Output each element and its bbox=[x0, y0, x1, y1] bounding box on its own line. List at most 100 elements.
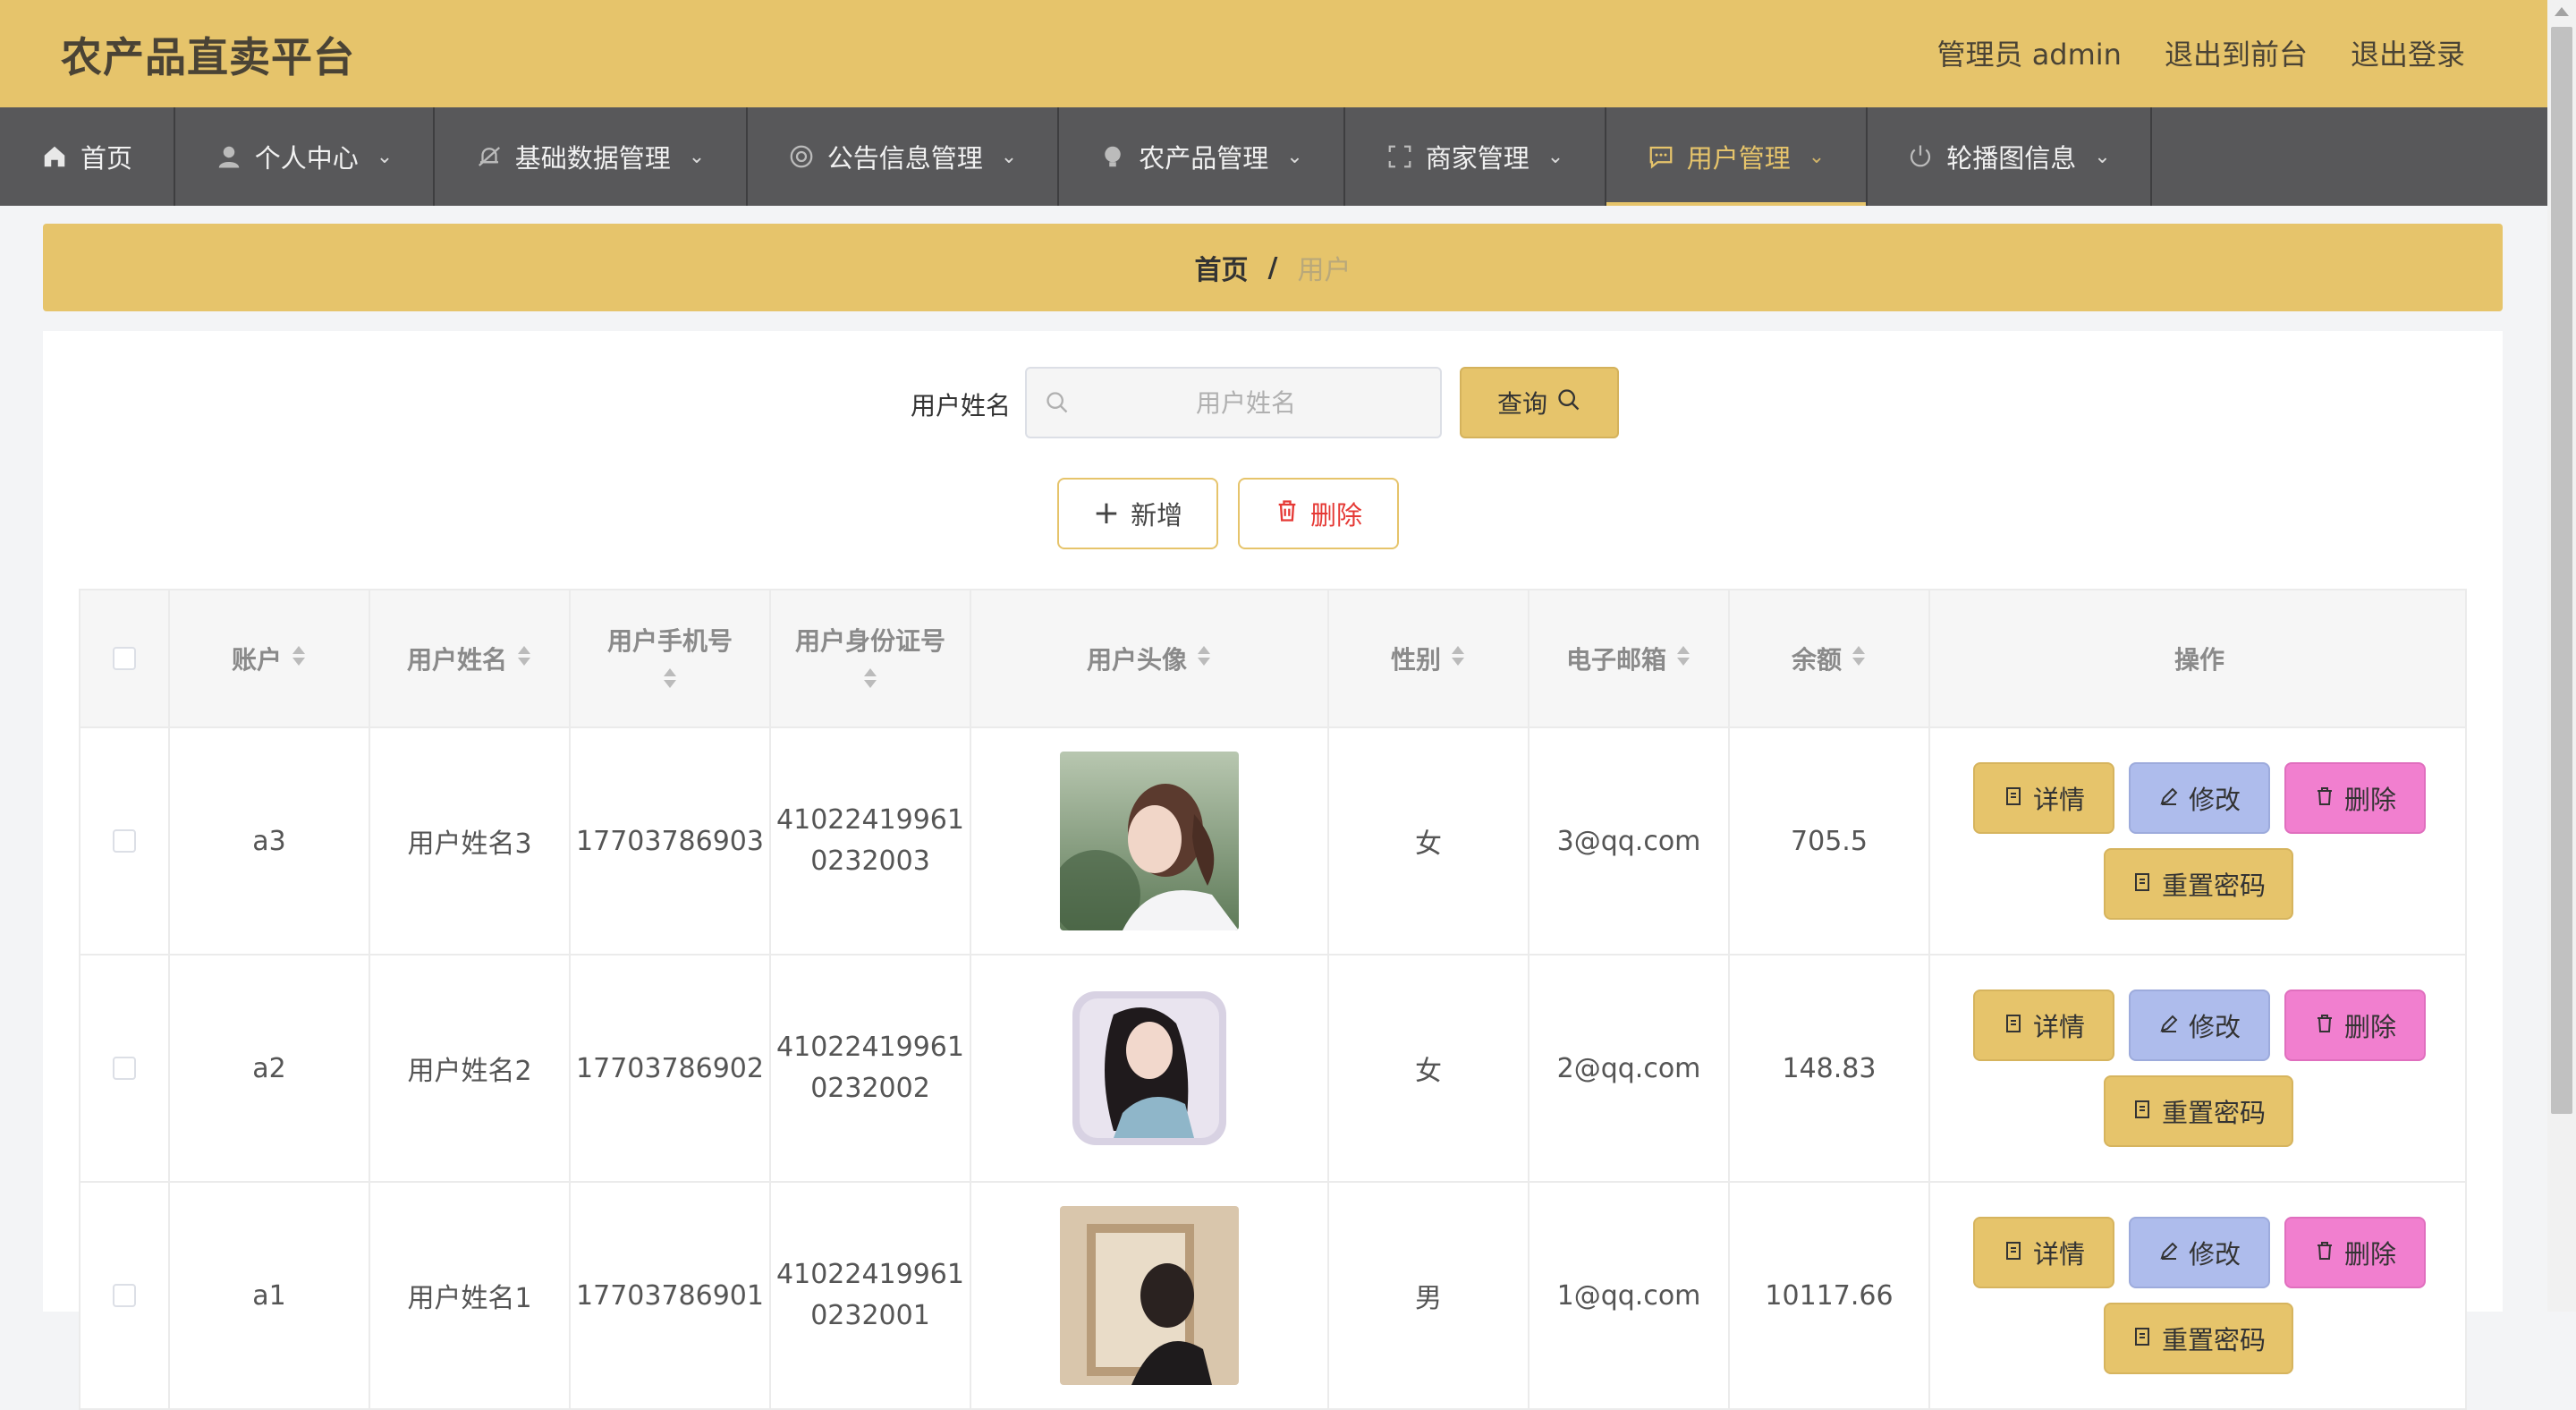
detail-button[interactable]: 详情 bbox=[1973, 762, 2114, 834]
fullscreen-icon bbox=[1386, 143, 1413, 170]
row-checkbox[interactable] bbox=[113, 829, 136, 853]
sort-icon[interactable] bbox=[1450, 644, 1466, 674]
query-button-label: 查询 bbox=[1496, 389, 1547, 419]
nav-label: 轮播图信息 bbox=[1946, 143, 2077, 174]
col-email[interactable]: 电子邮箱 bbox=[1530, 590, 1730, 726]
nav-item-merchants[interactable]: 商家管理 ⌄ bbox=[1345, 107, 1606, 206]
col-id-number[interactable]: 用户身份证号 bbox=[771, 590, 971, 726]
search-input-wrapper[interactable] bbox=[1025, 367, 1442, 438]
nav-item-user-management[interactable]: 用户管理 ⌄ bbox=[1606, 107, 1868, 206]
main-nav: 首页 个人中心 ⌄ 基础数据管理 ⌄ 公告信息管理 ⌄ 农产品管理 ⌄ 商家管理… bbox=[0, 107, 2547, 206]
cell-id-number: 41022419961 0232003 bbox=[771, 728, 971, 954]
id-line-2: 0232002 bbox=[810, 1073, 930, 1104]
delete-button[interactable]: 删除 bbox=[2284, 1217, 2426, 1288]
cell-avatar bbox=[971, 1183, 1329, 1408]
row-checkbox[interactable] bbox=[113, 1284, 136, 1307]
detail-button[interactable]: 详情 bbox=[1973, 1217, 2114, 1288]
nav-label: 公告信息管理 bbox=[826, 143, 983, 174]
search-icon bbox=[1556, 387, 1581, 419]
reset-password-button[interactable]: 重置密码 bbox=[2104, 848, 2293, 920]
row-select-cell bbox=[80, 1183, 170, 1408]
add-button[interactable]: + 新增 bbox=[1057, 478, 1218, 549]
sort-icon[interactable] bbox=[1196, 644, 1212, 674]
logout-link[interactable]: 退出登录 bbox=[2351, 32, 2465, 73]
chevron-down-icon: ⌄ bbox=[1000, 145, 1018, 168]
avatar-image[interactable] bbox=[1060, 752, 1239, 930]
nav-label: 个人中心 bbox=[254, 143, 359, 174]
sort-icon[interactable] bbox=[516, 644, 532, 674]
nav-item-carousel[interactable]: 轮播图信息 ⌄ bbox=[1868, 107, 2152, 206]
table-header: 账户 用户姓名 用户手机号 用户身份证号 用户头像 性别 电子邮箱 余额 操作 bbox=[79, 589, 2467, 728]
avatar-image[interactable] bbox=[1060, 979, 1239, 1158]
breadcrumb-home[interactable]: 首页 bbox=[1195, 248, 1249, 287]
bulk-delete-label: 删除 bbox=[1309, 500, 1362, 531]
reset-password-button[interactable]: 重置密码 bbox=[2104, 1075, 2293, 1147]
col-gender[interactable]: 性别 bbox=[1329, 590, 1530, 726]
avatar-image[interactable] bbox=[1060, 1206, 1239, 1385]
nav-item-basic-data[interactable]: 基础数据管理 ⌄ bbox=[435, 107, 748, 206]
top-links: 管理员 admin 退出到前台 退出登录 bbox=[1937, 32, 2465, 73]
edit-button[interactable]: 修改 bbox=[2129, 990, 2270, 1061]
ops-group: 详情 修改 删除 重置密码 bbox=[1930, 956, 2469, 1181]
vertical-scrollbar[interactable] bbox=[2547, 0, 2576, 1312]
chat-icon bbox=[1648, 143, 1674, 170]
nav-item-announcements[interactable]: 公告信息管理 ⌄ bbox=[748, 107, 1059, 206]
bulk-delete-button[interactable]: 删除 bbox=[1238, 478, 1399, 549]
nav-item-home[interactable]: 首页 bbox=[0, 107, 175, 206]
delete-button[interactable]: 删除 bbox=[2284, 762, 2426, 834]
admin-user-link[interactable]: 管理员 admin bbox=[1937, 32, 2122, 73]
col-label: 用户手机号 bbox=[606, 625, 733, 656]
cell-balance: 148.83 bbox=[1730, 956, 1930, 1181]
cell-phone: 17703786902 bbox=[571, 956, 771, 1181]
search-icon bbox=[1045, 390, 1070, 415]
col-label: 用户头像 bbox=[1086, 645, 1187, 675]
scroll-thumb[interactable] bbox=[2551, 27, 2572, 1114]
nav-label: 商家管理 bbox=[1425, 143, 1530, 174]
detail-button[interactable]: 详情 bbox=[1973, 990, 2114, 1061]
scroll-up-arrow-icon[interactable] bbox=[2555, 7, 2569, 16]
search-label: 用户姓名 bbox=[911, 391, 1012, 420]
back-to-frontend-link[interactable]: 退出到前台 bbox=[2165, 32, 2308, 73]
select-all-checkbox[interactable] bbox=[113, 647, 136, 670]
row-checkbox[interactable] bbox=[113, 1057, 136, 1080]
cell-id-number: 41022419961 0232001 bbox=[771, 1183, 971, 1408]
trash-icon bbox=[2314, 1237, 2335, 1268]
document-icon bbox=[2131, 1323, 2153, 1354]
trash-icon bbox=[2314, 1010, 2335, 1041]
sort-icon[interactable] bbox=[862, 667, 878, 696]
content-panel: 用户姓名 查询 + 新增 删除 bbox=[43, 331, 2503, 1410]
reset-password-button[interactable]: 重置密码 bbox=[2104, 1303, 2293, 1374]
col-avatar[interactable]: 用户头像 bbox=[971, 590, 1329, 726]
edit-button[interactable]: 修改 bbox=[2129, 1217, 2270, 1288]
sort-icon[interactable] bbox=[662, 667, 678, 696]
breadcrumb-separator: / bbox=[1267, 251, 1278, 284]
col-phone[interactable]: 用户手机号 bbox=[571, 590, 771, 726]
nav-label: 农产品管理 bbox=[1139, 143, 1269, 174]
sort-icon[interactable] bbox=[1675, 644, 1691, 674]
trash-icon bbox=[1275, 498, 1300, 530]
nav-item-products[interactable]: 农产品管理 ⌄ bbox=[1059, 107, 1345, 206]
document-icon bbox=[2131, 1096, 2153, 1126]
sort-icon[interactable] bbox=[1851, 644, 1867, 674]
col-balance[interactable]: 余额 bbox=[1730, 590, 1930, 726]
col-account[interactable]: 账户 bbox=[170, 590, 370, 726]
home-icon bbox=[41, 143, 68, 170]
search-input[interactable] bbox=[1027, 369, 1440, 437]
query-button[interactable]: 查询 bbox=[1460, 367, 1619, 438]
sort-icon[interactable] bbox=[291, 644, 307, 674]
cell-operations: 详情 修改 删除 重置密码 bbox=[1930, 1183, 2469, 1408]
nav-item-personal-center[interactable]: 个人中心 ⌄ bbox=[175, 107, 435, 206]
col-username[interactable]: 用户姓名 bbox=[370, 590, 571, 726]
plus-icon: + bbox=[1092, 495, 1121, 531]
cell-avatar bbox=[971, 728, 1329, 954]
reset-password-label: 重置密码 bbox=[2161, 871, 2266, 901]
document-icon bbox=[2003, 1237, 2024, 1268]
table-row: a2 用户姓名2 17703786902 41022419961 0232002 bbox=[79, 956, 2467, 1183]
nav-label: 首页 bbox=[80, 143, 132, 174]
delete-button[interactable]: 删除 bbox=[2284, 990, 2426, 1061]
action-row: + 新增 删除 bbox=[43, 478, 2503, 549]
edit-button[interactable]: 修改 bbox=[2129, 762, 2270, 834]
nav-label: 用户管理 bbox=[1686, 143, 1791, 174]
col-label: 用户身份证号 bbox=[794, 625, 945, 656]
chevron-down-icon: ⌄ bbox=[376, 145, 394, 168]
